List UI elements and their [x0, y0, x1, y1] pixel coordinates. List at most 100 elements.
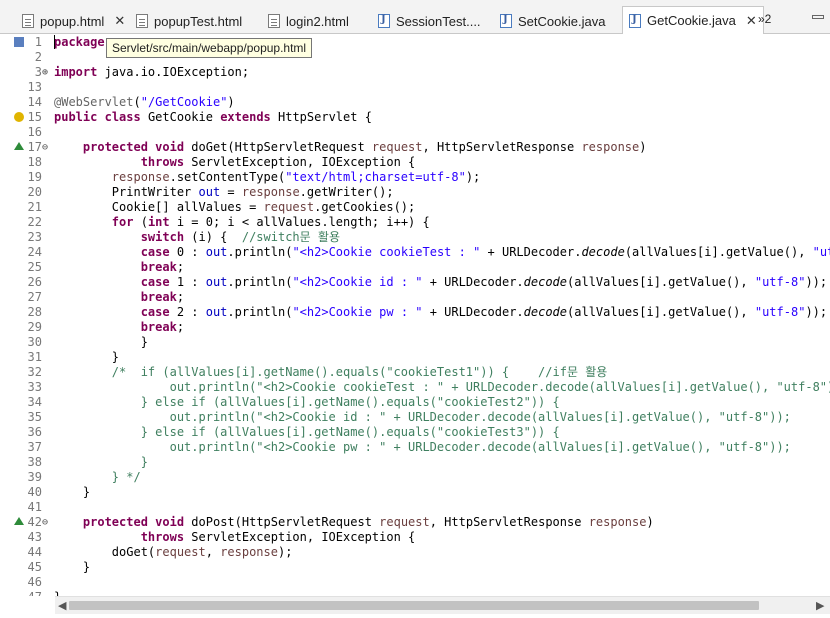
scroll-right-icon[interactable]: ▶ [816, 599, 824, 612]
tab-getcookie-java[interactable]: GetCookie.java ✕ [622, 6, 764, 34]
tab-label: SetCookie.java [518, 13, 606, 29]
line-number: 24 [27, 245, 42, 259]
fold-toggle-icon[interactable]: ⊖ [42, 140, 52, 155]
code-text: break; [140, 290, 185, 304]
line-number: 43 [27, 530, 42, 544]
code-text: } [54, 350, 120, 364]
code-text: break; [140, 260, 185, 274]
file-path-tooltip: Servlet/src/main/webapp/popup.html [106, 38, 313, 58]
code-text: PrintWriter out = response.getWriter(); [54, 185, 394, 199]
code-line[interactable]: 25 break; [12, 260, 830, 275]
code-line[interactable]: 20 PrintWriter out = response.getWriter(… [12, 185, 830, 200]
code-text: throws ServletException, IOException { [140, 530, 416, 544]
tab-login2-html[interactable]: login2.html [268, 8, 349, 34]
tab-label: login2.html [286, 13, 349, 29]
line-number: 32 [27, 365, 42, 379]
editor-tab-bar: popup.html ✕ popupTest.html login2.html … [0, 0, 830, 34]
line-number: 18 [27, 155, 42, 169]
code-line[interactable]: 13 [12, 80, 830, 95]
line-number: 27 [27, 290, 42, 304]
tab-label: popup.html [40, 13, 105, 29]
override-icon [14, 142, 24, 150]
code-line[interactable]: 30 } [12, 335, 830, 350]
code-line[interactable]: 3 ⊕ import java.io.IOException; [12, 65, 830, 80]
code-line[interactable]: 19 response.setContentType("text/html;ch… [12, 170, 830, 185]
code-line[interactable]: 23 switch (i) { //switch문 활용 [12, 230, 830, 245]
html-file-icon [136, 14, 148, 28]
tab-label: SessionTest.... [396, 13, 481, 29]
code-line[interactable]: 45 } [12, 560, 830, 575]
code-line[interactable]: 39 } */ [12, 470, 830, 485]
code-line[interactable]: 38 } [12, 455, 830, 470]
code-text: } [54, 560, 91, 574]
code-text: } [54, 485, 91, 499]
line-number: 31 [27, 350, 42, 364]
tab-popup-html[interactable]: popup.html ✕ [22, 8, 125, 34]
line-number: 30 [27, 335, 42, 349]
code-text: } [54, 455, 148, 469]
override-icon [14, 517, 24, 525]
scrollbar-thumb[interactable] [69, 601, 759, 610]
minimize-icon[interactable] [812, 15, 824, 19]
code-line[interactable]: 29 break; [12, 320, 830, 335]
code-line[interactable]: 32 /* if (allValues[i].getName().equals(… [12, 365, 830, 380]
code-text: for (int i = 0; i < allValues.length; i+… [111, 215, 430, 229]
code-line[interactable]: 26 case 1 : out.println("<h2>Cookie id :… [12, 275, 830, 290]
line-number: 45 [27, 560, 42, 574]
code-text: doGet(request, response); [54, 545, 293, 559]
code-line[interactable]: 43 throws ServletException, IOException … [12, 530, 830, 545]
close-icon[interactable]: ✕ [746, 13, 757, 29]
code-text: protected void doPost(HttpServletRequest… [82, 515, 654, 529]
fold-toggle-icon[interactable]: ⊕ [42, 65, 52, 80]
code-line[interactable]: 21 Cookie[] allValues = request.getCooki… [12, 200, 830, 215]
line-number: 23 [27, 230, 42, 244]
code-line[interactable]: 42 ⊖ protected void doPost(HttpServletReq… [12, 515, 830, 530]
code-line[interactable]: 27 break; [12, 290, 830, 305]
scroll-left-icon[interactable]: ◀ [58, 599, 66, 612]
code-line[interactable]: 40 } [12, 485, 830, 500]
java-file-icon [378, 14, 390, 28]
line-number: 37 [27, 440, 42, 454]
code-editor[interactable]: 1 package 2 3 ⊕ import java.io.IOException; 13… [12, 35, 830, 596]
code-text: out.println("<h2>Cookie pw : " + URLDeco… [54, 440, 791, 454]
code-line[interactable]: 24 case 0 : out.println("<h2>Cookie cook… [12, 245, 830, 260]
code-line[interactable]: 41 [12, 500, 830, 515]
tab-setcookie-java[interactable]: SetCookie.java [500, 8, 605, 34]
line-number: 44 [27, 545, 42, 559]
fold-toggle-icon[interactable]: ⊖ [42, 515, 52, 530]
code-line[interactable]: 36 } else if (allValues[i].getName().equ… [12, 425, 830, 440]
code-text: break; [140, 320, 185, 334]
code-line[interactable]: 15 public class GetCookie extends HttpSer… [12, 110, 830, 125]
line-number: 26 [27, 275, 42, 289]
code-line[interactable]: 28 case 2 : out.println("<h2>Cookie pw :… [12, 305, 830, 320]
line-number: 14 [27, 95, 42, 109]
tab-popuptest-html[interactable]: popupTest.html [136, 8, 242, 34]
code-text: case 2 : out.println("<h2>Cookie pw : " … [140, 305, 828, 319]
code-line[interactable]: 31 } [12, 350, 830, 365]
code-text: out.println("<h2>Cookie id : " + URLDeco… [54, 410, 791, 424]
code-text: } else if (allValues[i].getName().equals… [54, 425, 560, 439]
code-line[interactable]: 16 [12, 125, 830, 140]
line-number: 40 [27, 485, 42, 499]
line-number: 28 [27, 305, 42, 319]
line-number: 33 [27, 380, 42, 394]
code-line[interactable]: 17 ⊖ protected void doGet(HttpServletRequ… [12, 140, 830, 155]
code-line[interactable]: 34 } else if (allValues[i].getName().equ… [12, 395, 830, 410]
code-line[interactable]: 18 throws ServletException, IOException … [12, 155, 830, 170]
code-line[interactable]: 35 out.println("<h2>Cookie id : " + URLD… [12, 410, 830, 425]
code-text: package [54, 35, 105, 49]
code-line[interactable]: 46 [12, 575, 830, 590]
line-number: 22 [27, 215, 42, 229]
tab-sessiontest[interactable]: SessionTest.... [378, 8, 481, 34]
code-line[interactable]: 33 out.println("<h2>Cookie cookieTest : … [12, 380, 830, 395]
code-line[interactable]: 14 @WebServlet("/GetCookie") [12, 95, 830, 110]
line-number: 35 [27, 410, 42, 424]
code-line[interactable]: 22 for (int i = 0; i < allValues.length;… [12, 215, 830, 230]
tab-overflow-button[interactable]: »2 [758, 12, 771, 26]
close-icon[interactable]: ✕ [114, 13, 125, 29]
horizontal-scrollbar[interactable]: ◀ ▶ [55, 596, 830, 614]
code-line[interactable]: 44 doGet(request, response); [12, 545, 830, 560]
code-text: out.println("<h2>Cookie cookieTest : " +… [54, 380, 830, 394]
code-line[interactable]: 37 out.println("<h2>Cookie pw : " + URLD… [12, 440, 830, 455]
bookmark-icon [14, 37, 24, 47]
